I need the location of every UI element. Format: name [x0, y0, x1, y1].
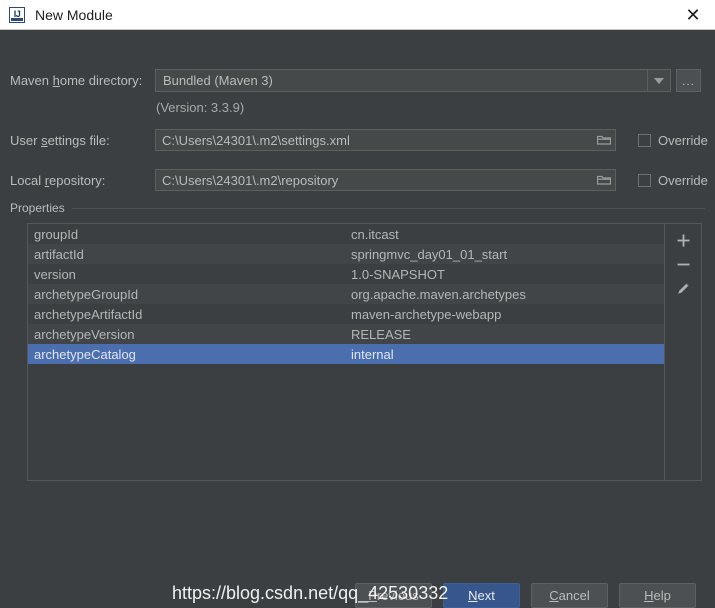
cancel-button[interactable]: Cancel — [531, 583, 608, 608]
local-repository-input[interactable]: C:\Users\24301\.m2\repository — [155, 169, 616, 191]
maven-home-label-pre: Maven — [10, 72, 53, 88]
previous-button[interactable]: Previous — [355, 583, 432, 608]
add-property-button[interactable] — [669, 228, 697, 252]
property-value: springmvc_day01_01_start — [351, 246, 508, 262]
local-repository-label: Local repository: — [10, 169, 105, 191]
window-title: New Module — [35, 6, 113, 23]
properties-group-title: Properties — [10, 201, 65, 215]
table-row[interactable]: archetypeArtifactId maven-archetype-webap… — [28, 304, 664, 324]
title-bar: IJ New Module ✕ — [0, 0, 715, 30]
maven-home-value: Bundled (Maven 3) — [163, 73, 273, 88]
properties-group-separator: Properties — [10, 201, 705, 215]
property-key: groupId — [34, 226, 79, 242]
table-row[interactable]: archetypeGroupId org.apache.maven.archety… — [28, 284, 664, 304]
table-row[interactable]: artifactId springmvc_day01_01_start — [28, 244, 664, 264]
checkbox-box — [638, 134, 651, 147]
plus-icon — [677, 234, 689, 246]
separator-line — [71, 207, 705, 209]
properties-table-panel: groupId cn.itcast artifactId springmvc_day0… — [27, 223, 702, 481]
close-icon[interactable]: ✕ — [671, 0, 715, 29]
user-settings-value: C:\Users\24301\.m2\settings.xml — [162, 132, 350, 148]
folder-glyph — [597, 135, 611, 145]
property-key: artifactId — [34, 246, 84, 262]
maven-home-label: Maven home directory: — [10, 69, 142, 91]
maven-home-label-post: ome directory: — [59, 72, 143, 88]
property-key: archetypeArtifactId — [34, 306, 143, 322]
folder-icon[interactable] — [593, 170, 615, 190]
maven-version-note: (Version: 3.3.9) — [156, 100, 245, 115]
edit-pencil-icon — [677, 282, 689, 294]
property-value: cn.itcast — [351, 226, 399, 242]
local-repository-label-pre: Local — [10, 172, 45, 188]
table-row[interactable]: version 1.0-SNAPSHOT — [28, 264, 664, 284]
minus-icon — [677, 263, 689, 265]
properties-table[interactable]: groupId cn.itcast artifactId springmvc_day0… — [28, 224, 664, 480]
maven-home-label-mnemonic: h — [52, 72, 60, 88]
user-settings-label-post: ettings file: — [47, 132, 110, 148]
local-repository-label-post: epository: — [49, 172, 106, 188]
next-button[interactable]: Next — [443, 583, 520, 608]
property-value: 1.0-SNAPSHOT — [351, 266, 445, 282]
help-button[interactable]: Help — [619, 583, 696, 608]
user-settings-override-checkbox[interactable]: Override — [631, 133, 708, 148]
property-value: RELEASE — [351, 326, 411, 342]
remove-property-button[interactable] — [669, 252, 697, 276]
folder-glyph — [597, 175, 611, 185]
property-key: archetypeGroupId — [34, 286, 139, 302]
user-settings-override-label: Override — [658, 133, 708, 148]
maven-home-combobox[interactable]: Bundled (Maven 3) — [155, 69, 671, 92]
user-settings-label: User settings file: — [10, 129, 110, 151]
user-settings-label-pre: User — [10, 132, 42, 148]
properties-table-toolbar — [664, 224, 701, 480]
property-key: archetypeCatalog — [34, 346, 136, 362]
local-repository-value: C:\Users\24301\.m2\repository — [162, 172, 339, 188]
table-row[interactable]: archetypeVersion RELEASE — [28, 324, 664, 344]
property-value: maven-archetype-webapp — [351, 306, 502, 322]
property-key: version — [34, 266, 76, 282]
dialog-body: Maven home directory: Bundled (Maven 3) … — [0, 30, 715, 608]
folder-icon[interactable] — [593, 130, 615, 150]
edit-property-button[interactable] — [669, 276, 697, 300]
table-empty-area[interactable] — [28, 364, 664, 480]
maven-home-browse-button[interactable]: ... — [676, 69, 701, 92]
user-settings-input[interactable]: C:\Users\24301\.m2\settings.xml — [155, 129, 616, 151]
checkbox-box — [638, 174, 651, 187]
table-row[interactable]: groupId cn.itcast — [28, 224, 664, 244]
property-value: internal — [351, 346, 394, 362]
chevron-down-icon[interactable] — [647, 70, 670, 91]
local-repository-override-label: Override — [658, 173, 708, 188]
intellij-idea-icon: IJ — [9, 6, 25, 23]
local-repository-override-checkbox[interactable]: Override — [631, 173, 708, 188]
property-value: org.apache.maven.archetypes — [351, 286, 526, 302]
table-row[interactable]: archetypeCatalog internal — [28, 344, 664, 364]
property-key: archetypeVersion — [34, 326, 135, 342]
